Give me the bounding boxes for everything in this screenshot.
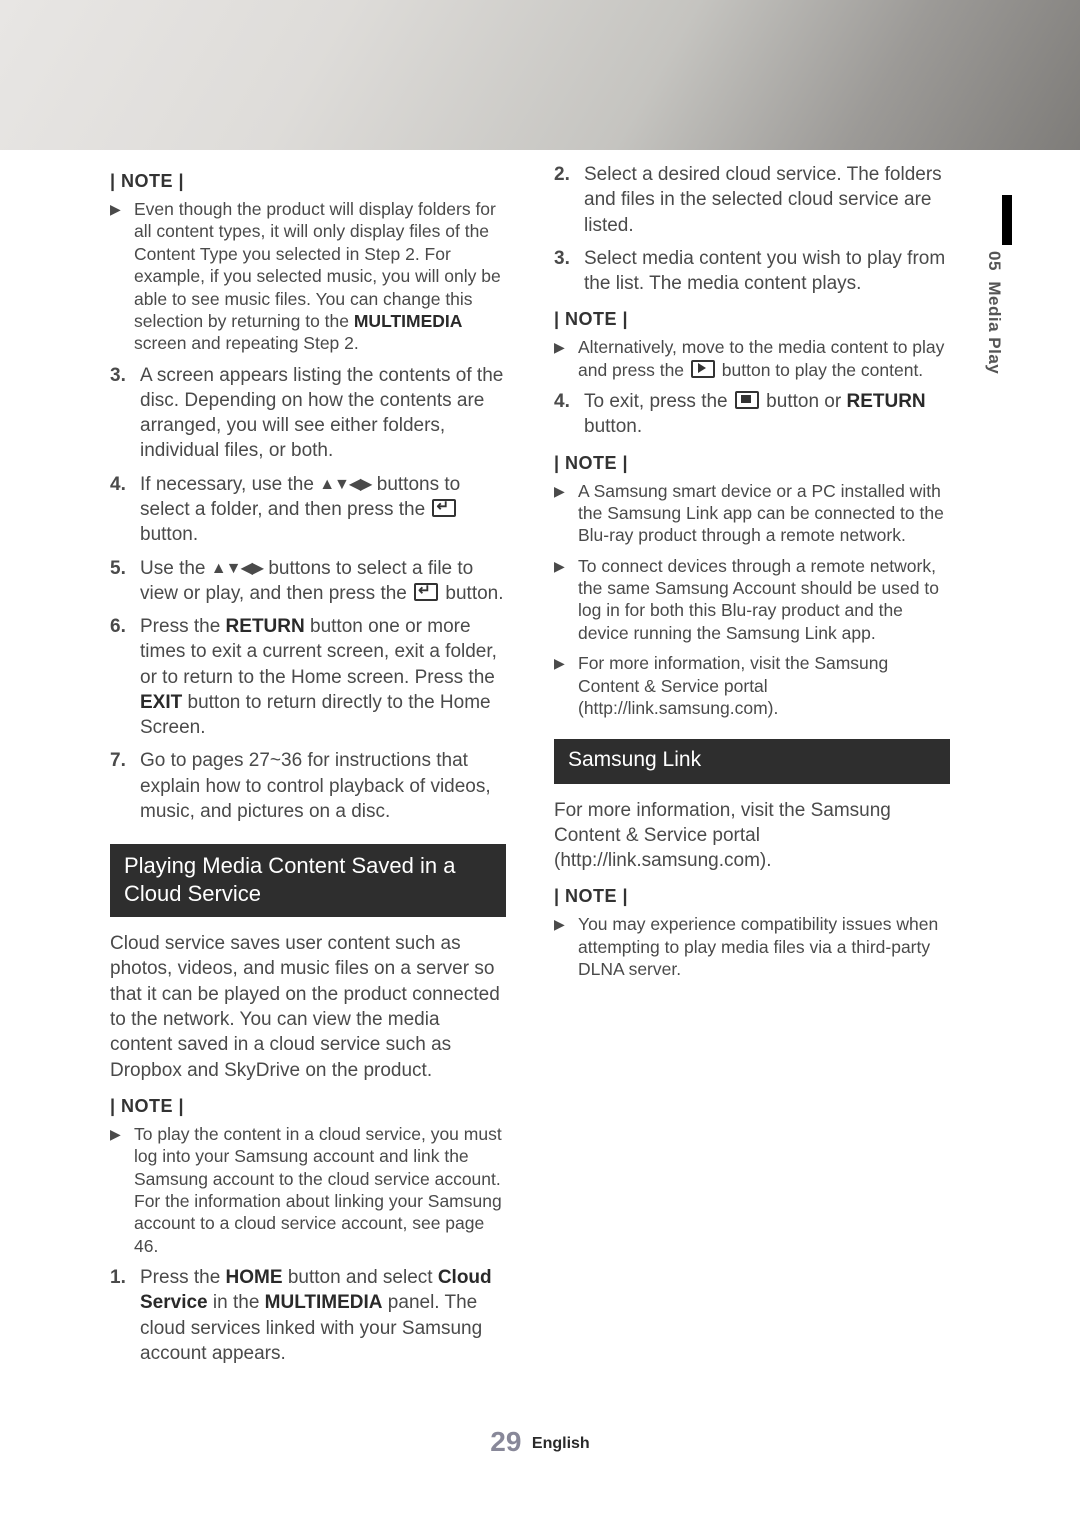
step-7: 7. Go to pages 27~36 for instructions th… — [110, 748, 506, 824]
note-text: Alternatively, move to the media content… — [578, 336, 950, 381]
note-text: A Samsung smart device or a PC installed… — [578, 480, 950, 547]
note-bullet: ▶ A Samsung smart device or a PC install… — [554, 480, 950, 547]
left-column: | NOTE | ▶ Even though the product will … — [110, 158, 506, 1374]
step-number: 4. — [554, 389, 584, 440]
bullet-marker-icon: ▶ — [110, 1123, 134, 1257]
right-column: 2. Select a desired cloud service. The f… — [554, 158, 950, 1374]
cloud-step-1: 1. Press the HOME button and select Clou… — [110, 1265, 506, 1366]
note-bullet: ▶ You may experience compatibility issue… — [554, 913, 950, 980]
step-6: 6. Press the RETURN button one or more t… — [110, 614, 506, 740]
step-text: If necessary, use the ▲▼◀▶ buttons to se… — [140, 472, 506, 548]
note-label: | NOTE | — [554, 452, 950, 476]
step-text: A screen appears listing the contents of… — [140, 363, 506, 464]
step-number: 7. — [110, 748, 140, 824]
top-gradient-band — [0, 0, 1080, 150]
cloud-step-3: 3. Select media content you wish to play… — [554, 246, 950, 297]
step-number: 5. — [110, 556, 140, 607]
play-button-icon — [691, 360, 715, 378]
enter-button-icon — [414, 583, 438, 601]
page-number: 29 — [490, 1426, 521, 1457]
bullet-marker-icon: ▶ — [554, 913, 578, 980]
note-bullet: ▶ To connect devices through a remote ne… — [554, 555, 950, 645]
step-text: Select media content you wish to play fr… — [584, 246, 950, 297]
direction-arrows-icon: ▲▼◀▶ — [319, 476, 371, 493]
step-5: 5. Use the ▲▼◀▶ buttons to select a file… — [110, 556, 506, 607]
note-bullet: ▶ To play the content in a cloud service… — [110, 1123, 506, 1257]
note-bullet: ▶ For more information, visit the Samsun… — [554, 652, 950, 719]
note-text: You may experience compatibility issues … — [578, 913, 950, 980]
note-text: To connect devices through a remote netw… — [578, 555, 950, 645]
stop-button-icon — [735, 391, 759, 409]
step-text: Go to pages 27~36 for instructions that … — [140, 748, 506, 824]
step-number: 3. — [554, 246, 584, 297]
note-label: | NOTE | — [110, 170, 506, 194]
step-text: Press the RETURN button one or more time… — [140, 614, 506, 740]
bullet-marker-icon: ▶ — [554, 652, 578, 719]
note-bullet: ▶ Alternatively, move to the media conte… — [554, 336, 950, 381]
step-number: 2. — [554, 162, 584, 238]
step-text: Select a desired cloud service. The fold… — [584, 162, 950, 238]
step-3: 3. A screen appears listing the contents… — [110, 363, 506, 464]
direction-arrows-icon: ▲▼◀▶ — [211, 560, 263, 577]
manual-page: 05 Media Play | NOTE | ▶ Even though the… — [0, 0, 1080, 1514]
step-number: 4. — [110, 472, 140, 548]
note-text: For more information, visit the Samsung … — [578, 652, 950, 719]
note-label: | NOTE | — [554, 308, 950, 332]
content-columns: | NOTE | ▶ Even though the product will … — [110, 158, 950, 1374]
step-number: 1. — [110, 1265, 140, 1366]
step-4: 4. If necessary, use the ▲▼◀▶ buttons to… — [110, 472, 506, 548]
step-number: 3. — [110, 363, 140, 464]
cloud-intro-paragraph: Cloud service saves user content such as… — [110, 931, 506, 1083]
page-language: English — [532, 1435, 590, 1452]
note-bullet: ▶ Even though the product will display f… — [110, 198, 506, 355]
section-heading-samsung-link: Samsung Link — [554, 739, 950, 783]
note-label: | NOTE | — [110, 1095, 506, 1119]
bullet-marker-icon: ▶ — [554, 336, 578, 381]
cloud-step-4: 4. To exit, press the button or RETURN b… — [554, 389, 950, 440]
chapter-title: Media Play — [985, 281, 1004, 374]
enter-button-icon — [432, 499, 456, 517]
bullet-marker-icon: ▶ — [554, 555, 578, 645]
page-footer: 29 English — [0, 1426, 1080, 1458]
note-text: To play the content in a cloud service, … — [134, 1123, 506, 1257]
step-text: To exit, press the button or RETURN butt… — [584, 389, 950, 440]
chapter-side-tab: 05 Media Play — [984, 195, 1012, 374]
bullet-marker-icon: ▶ — [554, 480, 578, 547]
chapter-number: 05 — [985, 251, 1004, 271]
side-tab-text: 05 Media Play — [984, 251, 1004, 374]
note-label: | NOTE | — [554, 885, 950, 909]
step-text: Press the HOME button and select Cloud S… — [140, 1265, 506, 1366]
step-text: Use the ▲▼◀▶ buttons to select a file to… — [140, 556, 506, 607]
cloud-step-2: 2. Select a desired cloud service. The f… — [554, 162, 950, 238]
step-number: 6. — [110, 614, 140, 740]
bullet-marker-icon: ▶ — [110, 198, 134, 355]
link-intro-paragraph: For more information, visit the Samsung … — [554, 798, 950, 874]
section-heading-cloud: Playing Media Content Saved in a Cloud S… — [110, 844, 506, 917]
note-text: Even though the product will display fol… — [134, 198, 506, 355]
side-tab-mark — [1002, 195, 1012, 245]
